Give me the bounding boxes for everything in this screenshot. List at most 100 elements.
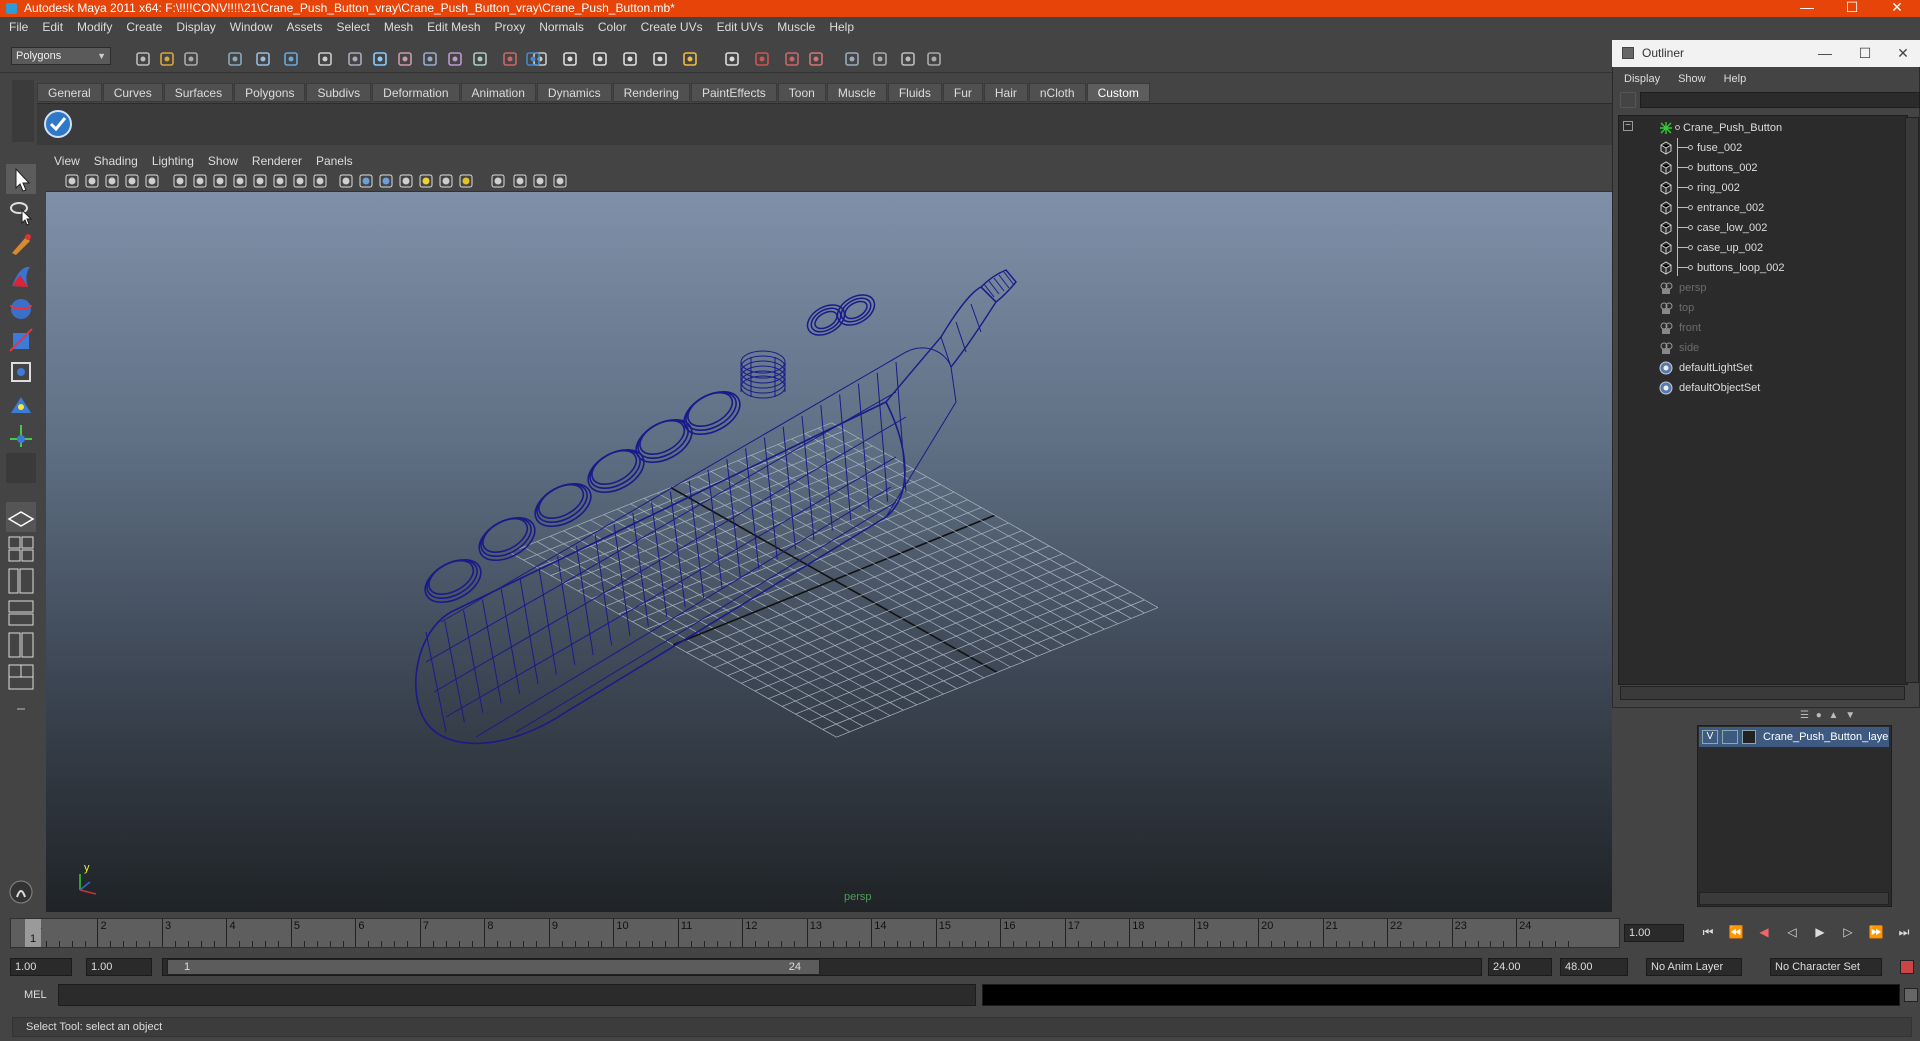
snap-curve-icon[interactable]: [590, 49, 610, 69]
field-chart-icon[interactable]: [272, 173, 288, 189]
show-manipulator-icon[interactable]: [6, 421, 36, 451]
four-view-layout-icon[interactable]: [6, 534, 36, 564]
snap-point-icon[interactable]: [620, 49, 640, 69]
hide-tools-icon[interactable]: [6, 877, 36, 907]
select-deformations-icon[interactable]: [445, 49, 465, 69]
xray-joints-icon[interactable]: [532, 173, 548, 189]
shelf-tab-deformation[interactable]: Deformation: [372, 83, 460, 102]
film-gate-icon[interactable]: [212, 173, 228, 189]
maximize-icon[interactable]: ☐: [1832, 0, 1872, 17]
use-all-lights-icon[interactable]: [438, 173, 454, 189]
shelf-tab-hair[interactable]: Hair: [983, 83, 1028, 102]
new-scene-icon[interactable]: [133, 49, 153, 69]
panel-menu-shading[interactable]: Shading: [94, 154, 138, 168]
script-editor-icon[interactable]: [1904, 988, 1918, 1002]
single-perspective-layout-icon[interactable]: [6, 502, 36, 532]
outliner-search-input[interactable]: [1640, 92, 1920, 108]
select-dynamics-icon[interactable]: [470, 49, 490, 69]
lasso-tool-icon[interactable]: [6, 197, 36, 227]
layer-tools-icons[interactable]: ☰ ● ▲ ▼: [1800, 710, 1910, 722]
grid-toggle-icon[interactable]: [192, 173, 208, 189]
backface-icon[interactable]: [552, 173, 568, 189]
safe-title-icon[interactable]: [312, 173, 328, 189]
layer-color-swatch[interactable]: [1742, 730, 1756, 744]
menu-help[interactable]: Help: [829, 20, 854, 34]
menu-display[interactable]: Display: [176, 20, 215, 34]
menu-modify[interactable]: Modify: [77, 20, 112, 34]
menu-create-uvs[interactable]: Create UVs: [641, 20, 703, 34]
step-forward-frame-icon[interactable]: ▷: [1838, 922, 1858, 942]
outliner-item-ring-002[interactable]: ring_002: [1619, 178, 1909, 198]
outliner-item-persp[interactable]: persp: [1619, 278, 1909, 298]
shelf-tab-general[interactable]: General: [37, 83, 102, 102]
select-surfaces-icon[interactable]: [420, 49, 440, 69]
layer-row[interactable]: V Crane_Push_Button_laye: [1699, 727, 1889, 747]
select-camera-icon[interactable]: [64, 173, 80, 189]
go-to-start-icon[interactable]: ⏮: [1698, 922, 1718, 942]
close-icon[interactable]: ✕: [1877, 0, 1917, 17]
render-settings-icon[interactable]: [806, 49, 826, 69]
panel-menu-panels[interactable]: Panels: [316, 154, 353, 168]
shelf-tab-polygons[interactable]: Polygons: [234, 83, 306, 102]
menu-set-select[interactable]: Polygons ▼: [11, 47, 111, 65]
camera-attributes-icon[interactable]: [84, 173, 100, 189]
scale-tool-icon[interactable]: [6, 325, 36, 355]
menu-muscle[interactable]: Muscle: [777, 20, 815, 34]
hypershade-icon[interactable]: [842, 49, 862, 69]
layer-playback-toggle[interactable]: [1722, 730, 1738, 744]
shelf-tab-rendering[interactable]: Rendering: [612, 83, 690, 102]
menu-edit-mesh[interactable]: Edit Mesh: [427, 20, 480, 34]
soft-modification-icon[interactable]: [6, 389, 36, 419]
wireframe-model[interactable]: [415, 269, 1017, 745]
shadows-icon[interactable]: [458, 173, 474, 189]
select-curves-icon[interactable]: [395, 49, 415, 69]
outliner-menu-help[interactable]: Help: [1724, 73, 1747, 85]
open-scene-icon[interactable]: [157, 49, 177, 69]
menu-edit[interactable]: Edit: [42, 20, 63, 34]
outliner-item-fuse-002[interactable]: fuse_002: [1619, 138, 1909, 158]
menu-proxy[interactable]: Proxy: [495, 20, 526, 34]
save-scene-icon[interactable]: [181, 49, 201, 69]
outliner-close-icon[interactable]: ✕: [1888, 40, 1918, 67]
minimize-icon[interactable]: —: [1787, 0, 1827, 17]
shelf-tab-dynamics[interactable]: Dynamics: [536, 83, 612, 102]
menu-normals[interactable]: Normals: [539, 20, 584, 34]
outliner-menu-display[interactable]: Display: [1624, 73, 1660, 85]
menu-assets[interactable]: Assets: [286, 20, 322, 34]
check-circle-icon[interactable]: [43, 109, 73, 139]
shelf-tab-animation[interactable]: Animation: [460, 83, 536, 102]
step-forward-key-icon[interactable]: ⏩: [1866, 922, 1886, 942]
outliner-item-defaultlightset[interactable]: defaultLightSet: [1619, 358, 1909, 378]
paint-select-tool-icon[interactable]: [6, 229, 36, 259]
start-time-field[interactable]: 1.00: [10, 958, 72, 976]
layout-icon[interactable]: [6, 662, 36, 692]
question-icon[interactable]: [523, 49, 543, 69]
time-slider[interactable]: 1234567891011121314151617181920212223241: [10, 918, 1620, 948]
shelf-tab-ncloth[interactable]: nCloth: [1028, 83, 1086, 102]
shelf-tab-fluids[interactable]: Fluids: [887, 83, 942, 102]
2d-pan-icon[interactable]: [144, 173, 160, 189]
outliner-item-case-low-002[interactable]: case_low_002: [1619, 218, 1909, 238]
layer-visibility-toggle[interactable]: V: [1702, 730, 1718, 744]
shelf-tab-painteffects[interactable]: PaintEffects: [690, 83, 777, 102]
outliner-item-front[interactable]: front: [1619, 318, 1909, 338]
menu-select[interactable]: Select: [336, 20, 369, 34]
select-component-icon[interactable]: [281, 49, 301, 69]
snap-live-icon[interactable]: [680, 49, 700, 69]
auto-key-icon[interactable]: [1900, 960, 1914, 974]
ipr-render-icon[interactable]: [782, 49, 802, 69]
shelf-tab-surfaces[interactable]: Surfaces: [163, 83, 234, 102]
smooth-shade-icon[interactable]: [358, 173, 374, 189]
shelf-tab-toon[interactable]: Toon: [777, 83, 826, 102]
perspective-viewport[interactable]: persp y: [46, 192, 1612, 912]
snap-view-icon[interactable]: [650, 49, 670, 69]
wireframe-icon[interactable]: [338, 173, 354, 189]
outliner-item-entrance-002[interactable]: entrance_002: [1619, 198, 1909, 218]
xray-icon[interactable]: [512, 173, 528, 189]
panel-menu-show[interactable]: Show: [208, 154, 238, 168]
select-hierarchy-icon[interactable]: [225, 49, 245, 69]
outliner-minimize-icon[interactable]: —: [1810, 40, 1840, 67]
lock-selection-icon[interactable]: [315, 49, 335, 69]
anim-layer-select[interactable]: No Anim Layer: [1646, 958, 1742, 976]
shelf-tab-subdivs[interactable]: Subdivs: [306, 83, 372, 102]
